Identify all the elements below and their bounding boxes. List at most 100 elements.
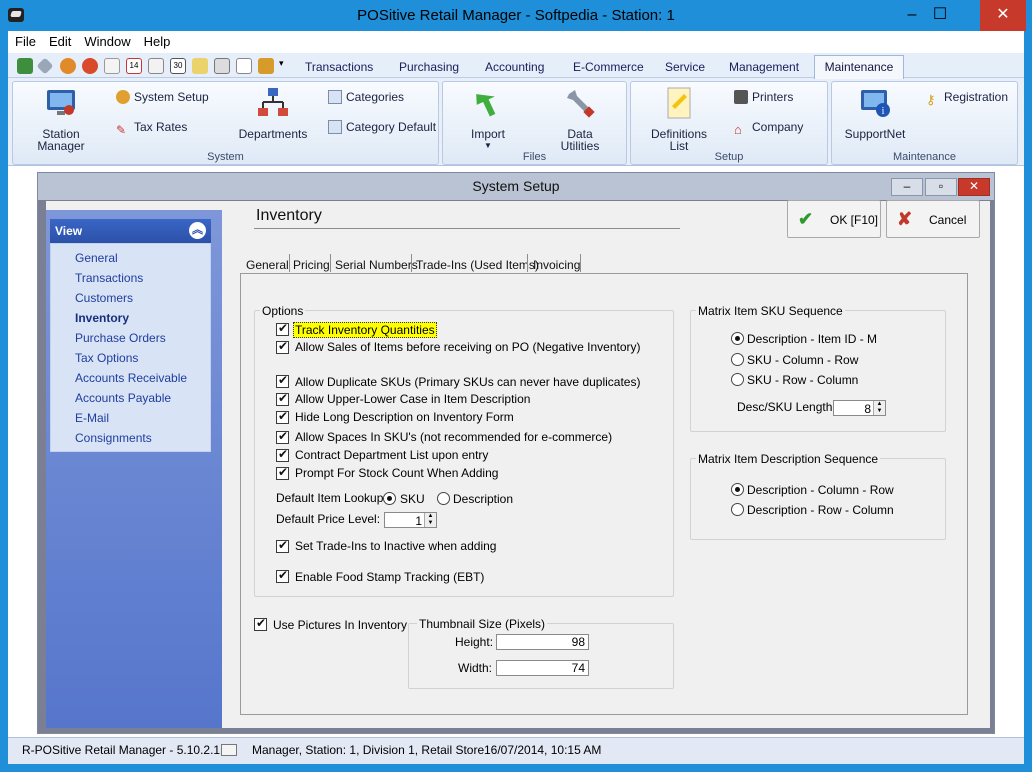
printers-button[interactable]: Printers <box>734 90 793 104</box>
data-utilities-button[interactable]: Data Utilities <box>544 86 616 152</box>
default-price-spinner[interactable]: 1 ▲ ▼ <box>384 512 437 528</box>
definitions-icon <box>667 87 691 119</box>
spinner-arrows-icon[interactable]: ▲ ▼ <box>873 401 885 415</box>
sku-seq-opt3-radio[interactable] <box>731 373 744 386</box>
title-bar: POSitive Retail Manager - Softpedia - St… <box>0 0 1032 31</box>
menu-edit[interactable]: Edit <box>42 31 77 49</box>
dialog-minimize-button[interactable]: – <box>891 178 923 196</box>
tab-transactions[interactable]: Transactions <box>305 60 373 74</box>
tax-rates-button[interactable]: ✎ Tax Rates <box>116 120 187 137</box>
customers-icon[interactable] <box>17 58 33 74</box>
height-input[interactable]: 98 <box>496 634 589 650</box>
contract-dept-checkbox[interactable] <box>276 447 289 462</box>
dialog-close-button[interactable]: ✕ <box>958 178 990 196</box>
category-default-button[interactable]: Category Default <box>328 120 436 134</box>
close-button[interactable]: ✕ <box>980 0 1026 31</box>
users-icon[interactable] <box>60 58 76 74</box>
view-item-inventory[interactable]: Inventory <box>75 311 129 325</box>
menu-window[interactable]: Window <box>77 31 136 49</box>
tab-general[interactable]: General <box>246 258 289 272</box>
desc-sku-length-spinner[interactable]: 8 ▲ ▼ <box>833 400 886 416</box>
blank-page-icon[interactable] <box>236 58 252 74</box>
status-app-version: R-POSitive Retail Manager - 5.10.2.1 <box>22 743 221 757</box>
tab-separator <box>580 254 581 272</box>
prompt-stock-checkbox[interactable] <box>276 465 289 480</box>
tab-serial-numbers[interactable]: Serial Numbers <box>335 258 418 272</box>
import-dropdown-icon: ▼ <box>484 141 492 150</box>
view-panel-header[interactable]: View ︽ <box>50 219 211 243</box>
sku-seq-opt3-label: SKU - Row - Column <box>747 373 859 387</box>
tab-management[interactable]: Management <box>729 60 799 74</box>
tab-trade-ins[interactable]: Trade-Ins (Used Items) <box>416 258 539 272</box>
thumbnail-title: Thumbnail Size (Pixels) <box>417 617 548 631</box>
tab-ecommerce[interactable]: E-Commerce <box>573 60 644 74</box>
tab-maintenance[interactable]: Maintenance <box>814 55 904 79</box>
printers-label: Printers <box>752 90 794 104</box>
view-header-label: View <box>55 224 83 238</box>
food-stamp-checkbox[interactable] <box>276 568 289 583</box>
key-icon: ⚷ <box>926 92 936 107</box>
view-item-general[interactable]: General <box>75 251 118 265</box>
tag-icon[interactable] <box>36 57 54 75</box>
ok-button[interactable]: ✔ OK [F10] <box>787 200 881 238</box>
status-bar: R-POSitive Retail Manager - 5.10.2.1 Man… <box>8 737 1024 764</box>
view-item-email[interactable]: E-Mail <box>75 411 109 425</box>
spinner-arrows-icon[interactable]: ▲ ▼ <box>424 513 436 527</box>
tab-accounting[interactable]: Accounting <box>485 60 544 74</box>
view-item-tax-options[interactable]: Tax Options <box>75 351 138 365</box>
allow-case-checkbox[interactable] <box>276 391 289 406</box>
customize-dropdown-icon[interactable]: ▾ <box>279 58 287 74</box>
hide-long-checkbox[interactable] <box>276 409 289 424</box>
use-pictures-checkbox[interactable] <box>254 616 267 631</box>
user-icon[interactable] <box>82 58 98 74</box>
grid-icon[interactable] <box>148 58 164 74</box>
registration-button[interactable]: ⚷ Registration <box>926 90 1008 107</box>
hide-long-label: Hide Long Description on Inventory Form <box>295 410 514 424</box>
tab-service[interactable]: Service <box>665 60 705 74</box>
width-input[interactable]: 74 <box>496 660 589 676</box>
maximize-button[interactable]: ☐ <box>926 0 954 31</box>
allow-sales-checkbox[interactable] <box>276 339 289 354</box>
station-manager-button[interactable]: Station Manager <box>26 86 96 152</box>
view-item-consignments[interactable]: Consignments <box>75 431 152 445</box>
definitions-list-button[interactable]: Definitions List <box>644 86 714 152</box>
view-item-accounts-receivable[interactable]: Accounts Receivable <box>75 371 187 385</box>
departments-button[interactable]: Departments <box>236 86 310 140</box>
tab-invoicing[interactable]: Invoicing <box>533 258 580 272</box>
tab-pricing[interactable]: Pricing <box>293 258 330 272</box>
desc-seq-opt1-radio[interactable] <box>731 483 744 496</box>
trade-ins-inactive-checkbox[interactable] <box>276 538 289 553</box>
menu-help[interactable]: Help <box>137 31 177 49</box>
lookup-sku-radio[interactable] <box>383 492 396 505</box>
sku-seq-opt1-radio[interactable] <box>731 332 744 345</box>
system-setup-button[interactable]: System Setup <box>116 90 209 104</box>
lock-icon[interactable] <box>258 58 274 74</box>
desc-seq-opt2-radio[interactable] <box>731 503 744 516</box>
categories-button[interactable]: Categories <box>328 90 404 104</box>
lookup-description-radio[interactable] <box>437 492 450 505</box>
allow-spaces-checkbox[interactable] <box>276 429 289 444</box>
supportnet-button[interactable]: i SupportNet <box>840 86 910 140</box>
card-icon[interactable] <box>214 58 230 74</box>
track-inventory-checkbox[interactable] <box>276 321 289 336</box>
document-icon[interactable] <box>104 58 120 74</box>
notes-icon[interactable] <box>192 58 208 74</box>
view-item-customers[interactable]: Customers <box>75 291 133 305</box>
tab-purchasing[interactable]: Purchasing <box>399 60 459 74</box>
tab-separator <box>411 254 412 272</box>
view-item-transactions[interactable]: Transactions <box>75 271 143 285</box>
cancel-button[interactable]: ✘ Cancel <box>886 200 980 238</box>
default-lookup-label: Default Item Lookup: <box>276 491 387 505</box>
allow-duplicate-checkbox[interactable] <box>276 373 289 388</box>
import-button[interactable]: Import ▼ <box>458 86 518 152</box>
menu-file[interactable]: File <box>8 31 42 49</box>
minimize-button[interactable]: – <box>898 0 926 31</box>
view-item-purchase-orders[interactable]: Purchase Orders <box>75 331 166 345</box>
dialog-restore-button[interactable]: ▫ <box>925 178 957 196</box>
calendar-14-icon[interactable]: 14 <box>126 58 142 74</box>
company-button[interactable]: ⌂ Company <box>734 120 803 137</box>
collapse-icon[interactable]: ︽ <box>189 222 206 239</box>
calendar-30-icon[interactable]: 30 <box>170 58 186 74</box>
view-item-accounts-payable[interactable]: Accounts Payable <box>75 391 171 405</box>
sku-seq-opt2-radio[interactable] <box>731 353 744 366</box>
